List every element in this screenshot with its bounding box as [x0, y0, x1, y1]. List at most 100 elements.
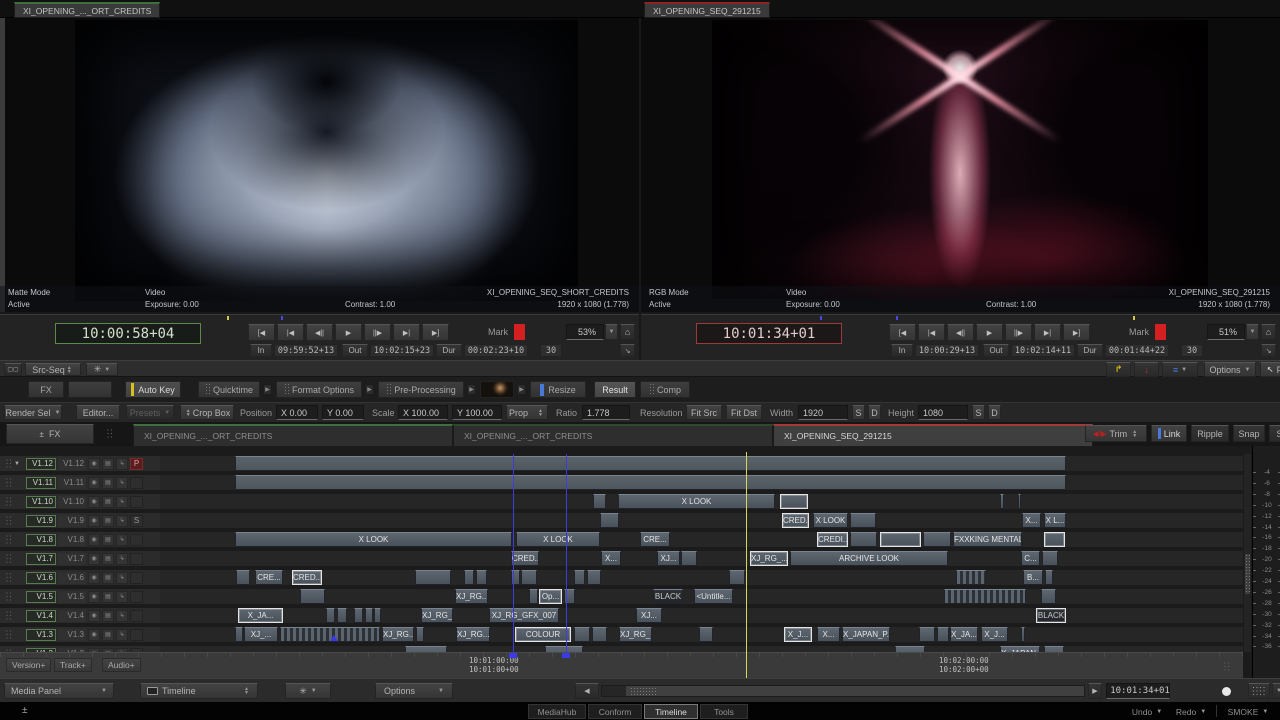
timeline-timecode-field[interactable]: 10:01:34+01 [1106, 683, 1170, 699]
transport-button-1[interactable]: |◀ [918, 324, 945, 341]
layout-dropdown-arrow[interactable]: ▼ [1272, 683, 1280, 699]
track-badge[interactable]: S [130, 515, 143, 527]
timeline-clip-x-look[interactable]: X LOOK [813, 513, 848, 528]
timeline-clip[interactable] [600, 513, 619, 528]
viewer-pane-left[interactable]: Matte Mode Active Video Exposure: 0.00 C… [0, 18, 639, 312]
track-sync-icon[interactable]: ↳ [116, 496, 128, 508]
timeline-clip-credi-[interactable]: CREDI... [817, 532, 848, 547]
track-select-button[interactable]: V1.9 [26, 515, 56, 527]
timeline-clip[interactable] [300, 589, 325, 604]
track-lock-icon[interactable]: ▤ [102, 458, 114, 470]
timeline-clip[interactable] [337, 608, 347, 623]
position-x-field[interactable]: X 0.00 [276, 405, 318, 420]
timeline-clip[interactable] [365, 608, 373, 623]
options-dropdown[interactable]: Options▼ [1204, 362, 1256, 377]
expand-icon[interactable]: ± [22, 705, 28, 716]
editor-button[interactable]: Editor... [76, 405, 120, 420]
ratio-field[interactable]: 1.778 [582, 405, 630, 420]
fps-field[interactable]: 30 [540, 344, 562, 357]
pan-icon[interactable]: ↘ [1261, 344, 1276, 357]
ruler-audio-button[interactable]: Audio+ [102, 658, 141, 672]
track-badge[interactable]: P [130, 458, 143, 470]
timeline-clip[interactable] [699, 627, 713, 642]
viewer-pane-right[interactable]: RGB Mode Active Video Exposure: 0.00 Con… [641, 18, 1280, 312]
options-dropdown[interactable]: Options▼ [375, 683, 453, 699]
timeline-clip[interactable] [681, 551, 697, 566]
timeline-clip-x-ja-[interactable]: X_JA... [238, 608, 283, 623]
in-timecode[interactable]: 10:00:29+13 [915, 344, 979, 357]
transport-button-5[interactable]: ▶| [393, 324, 420, 341]
transport-button-2[interactable]: ◀|| [947, 324, 974, 341]
ruler-grip[interactable] [1223, 661, 1230, 672]
track-visibility-icon[interactable]: ◉ [88, 515, 100, 527]
timeline-clip-xj-rg-[interactable]: XJ_RG_... [750, 551, 788, 566]
fps-field[interactable]: 30 [1181, 344, 1203, 357]
timeline-clip-colour[interactable]: COLOUR [515, 627, 571, 642]
timeline-clip[interactable] [587, 570, 601, 585]
track-lock-icon[interactable]: ▤ [102, 591, 114, 603]
pipeline-step-resize[interactable]: Resize [530, 381, 586, 398]
transport-button-0[interactable]: [◀ [889, 324, 916, 341]
timeline-clip[interactable] [1045, 570, 1053, 585]
timeline-clip[interactable] [416, 627, 424, 642]
track-badge[interactable] [130, 572, 143, 584]
zoom-dropdown-arrow[interactable]: ▼ [605, 324, 618, 340]
timeline-clip[interactable] [354, 608, 363, 623]
home-icon[interactable]: ⌂ [620, 324, 635, 340]
zoom-level-left[interactable]: 53% [566, 324, 604, 340]
transport-button-0[interactable]: [◀ [248, 324, 275, 341]
dur-timecode[interactable]: 00:01:44+22 [1105, 344, 1169, 357]
presets-dropdown[interactable]: Presets▼ [126, 405, 174, 420]
track-sync-icon[interactable]: ↳ [116, 534, 128, 546]
track-grip[interactable] [5, 458, 12, 469]
track-select-button[interactable]: V1.8 [26, 534, 56, 546]
width-s-button[interactable]: S [852, 405, 865, 420]
timeline-clip[interactable] [415, 570, 451, 585]
render-sel-dropdown[interactable]: Render Sel▼ [4, 405, 62, 420]
shift-mode-button[interactable]: Shift▲▼ [1269, 425, 1280, 442]
timeline-clip[interactable] [236, 570, 250, 585]
scale-y-field[interactable]: Y 100.00 [452, 405, 502, 420]
track-visibility-icon[interactable]: ◉ [88, 591, 100, 603]
track-visibility-icon[interactable]: ◉ [88, 610, 100, 622]
timeline-clip[interactable] [235, 475, 1066, 490]
track-grip[interactable] [5, 534, 12, 545]
scale-x-field[interactable]: X 100.00 [398, 405, 448, 420]
transport-button-6[interactable]: ▶] [1063, 324, 1090, 341]
fx-panel-toggle-button[interactable]: ±FX [6, 424, 94, 444]
tab-strip-grip[interactable] [106, 428, 113, 439]
track-grip[interactable] [5, 477, 12, 488]
timeline-clip--untitle-[interactable]: <Untitle... [694, 589, 733, 604]
undo-button[interactable]: Undo▼ [1126, 704, 1168, 719]
timeline-clip[interactable] [1042, 551, 1058, 566]
fit-src-button[interactable]: Fit Src [686, 405, 722, 420]
track-grip[interactable] [5, 572, 12, 583]
track-sync-icon[interactable]: ↳ [116, 629, 128, 641]
transport-button-3[interactable]: ▶ [976, 324, 1003, 341]
pipeline-thumbnail[interactable] [480, 381, 514, 398]
track-visibility-icon[interactable]: ◉ [88, 572, 100, 584]
timeline-clip-b-[interactable]: B... [1023, 570, 1043, 585]
fx-blank-button[interactable] [68, 381, 112, 398]
track-visibility-icon[interactable]: ◉ [88, 477, 100, 489]
timeline-clip-cred-[interactable]: CRED... [511, 551, 539, 566]
timeline-clip[interactable] [374, 608, 381, 623]
sequence-tab-1[interactable]: XI_OPENING_..._ORT_CREDITS [453, 424, 773, 446]
pipeline-step-pre-processing[interactable]: Pre-Processing [378, 381, 464, 398]
track-select-button[interactable]: V1.10 [26, 496, 56, 508]
fx-button[interactable]: FX [28, 381, 64, 398]
timeline-clip[interactable] [592, 627, 607, 642]
track-sync-icon[interactable]: ↳ [116, 572, 128, 584]
transport-button-6[interactable]: ▶] [422, 324, 449, 341]
track-grip[interactable] [5, 610, 12, 621]
timeline-clip[interactable] [1041, 589, 1056, 604]
timeline-clip-x-look[interactable]: X LOOK [235, 532, 512, 547]
timeline-clip[interactable] [529, 589, 538, 604]
dur-label[interactable]: Dur [436, 344, 462, 357]
timeline-clip[interactable] [326, 608, 335, 623]
scroll-right-button[interactable]: ▶ [1088, 683, 1102, 699]
gear-menu-button[interactable]: ✳▼ [285, 683, 331, 699]
timeline-clip-fxxking-mental[interactable]: FXXKING MENTAL [953, 532, 1022, 547]
timeline-clip-xj-rg-[interactable]: XJ_RG_... [619, 627, 652, 642]
mark-label[interactable]: Mark [488, 327, 508, 337]
